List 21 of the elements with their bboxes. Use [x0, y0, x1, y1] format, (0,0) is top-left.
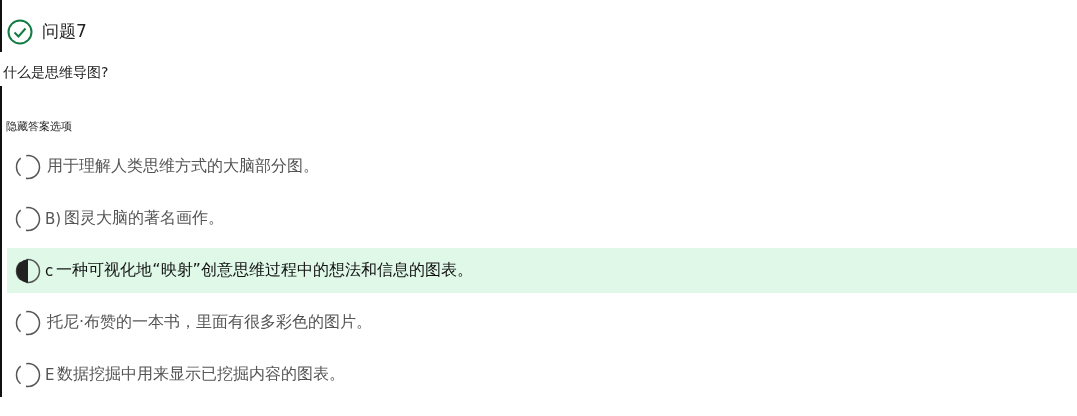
answer-option[interactable]: 用于理解人类思维方式的大脑部分图。	[7, 144, 1077, 189]
answer-option[interactable]: 托尼·布赞的一本书，里面有很多彩色的图片。	[7, 300, 1077, 345]
radio-icon	[15, 153, 41, 180]
option-text: 图灵大脑的著名画作。	[64, 208, 225, 229]
hide-options-link[interactable]: 隐藏答案选项	[0, 116, 76, 136]
radio-icon	[15, 205, 41, 232]
radio-icon	[15, 309, 41, 336]
radio-icon	[15, 257, 41, 284]
answer-option[interactable]: E 数据挖掘中用来显示已挖掘内容的图表。	[7, 352, 1077, 397]
option-text: 一种可视化地“映射”创意思维过程中的想法和信息的图表。	[56, 260, 473, 281]
option-letter: B)	[45, 209, 62, 228]
selected-option[interactable]: c 一种可视化地“映射”创意思维过程中的想法和信息的图表。	[7, 248, 1077, 293]
option-letter: c	[45, 261, 54, 280]
question-title: 问题7	[42, 20, 87, 43]
answer-option[interactable]: B) 图灵大脑的著名画作。	[7, 196, 1077, 241]
option-text: 数据挖掘中用来显示已挖掘内容的图表。	[57, 364, 346, 385]
question-text: 什么是思维导图?	[2, 63, 110, 82]
option-letter: E	[45, 365, 55, 384]
option-text: 托尼·布赞的一本书，里面有很多彩色的图片。	[47, 312, 373, 333]
option-text: 用于理解人类思维方式的大脑部分图。	[47, 156, 319, 177]
radio-icon	[15, 361, 41, 388]
